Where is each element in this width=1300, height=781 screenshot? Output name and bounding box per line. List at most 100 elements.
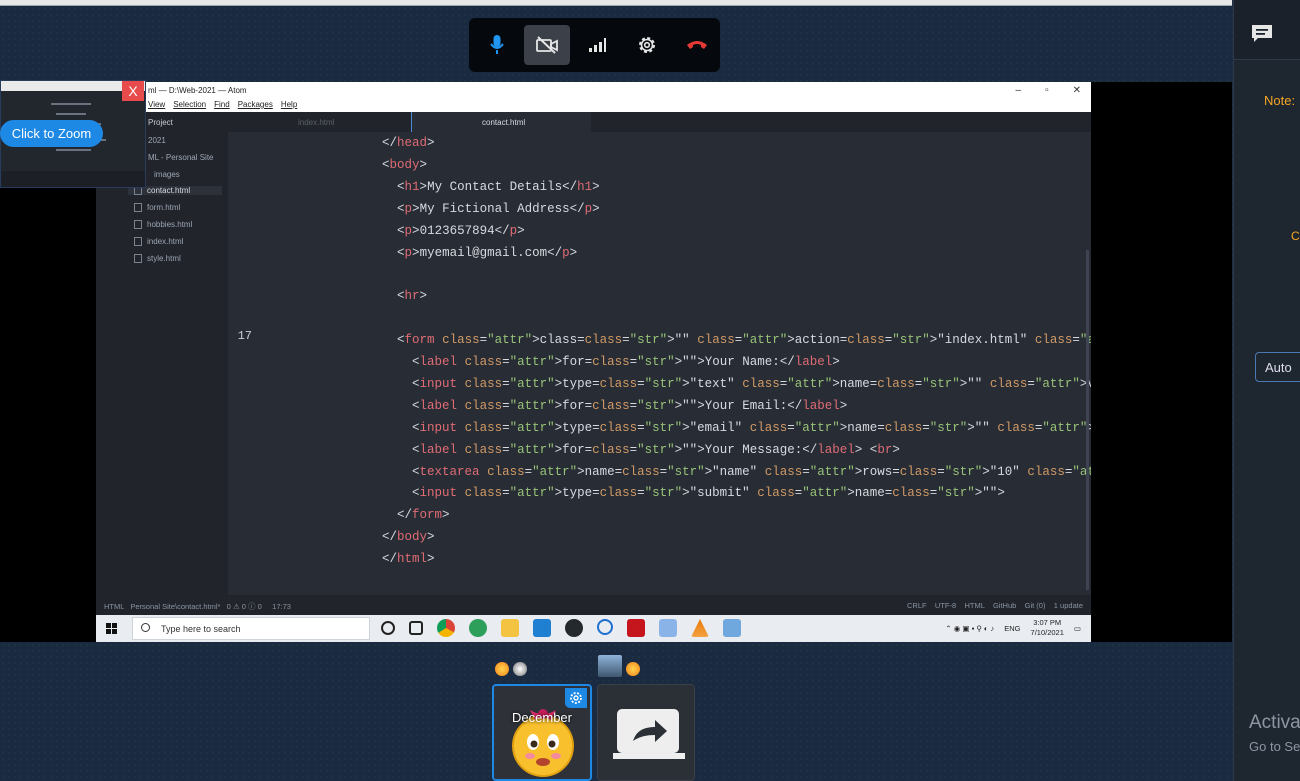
call-control-bar <box>469 18 720 72</box>
code-line: </head> <box>382 136 435 150</box>
thumbnail-line <box>51 103 91 105</box>
thumbnail-line <box>56 113 86 115</box>
editor-menu: View Selection Find Packages Help <box>148 100 297 109</box>
stats-button[interactable] <box>574 25 620 65</box>
code-line: <label class="attr">for=class="str">"">Y… <box>412 442 900 457</box>
tab-contact: contact.html <box>411 112 591 132</box>
file-icon <box>134 203 142 212</box>
settings-button[interactable] <box>624 25 670 65</box>
click-to-zoom-button[interactable]: Click to Zoom <box>0 120 103 147</box>
status-left: HTML Personal Site\contact.html* 0 ⚠ 0 ⓘ… <box>104 602 291 611</box>
windows-start-icon <box>106 623 117 634</box>
taskbar-apps <box>381 619 741 637</box>
menu-item: View <box>148 100 166 109</box>
menu-item: Help <box>280 100 298 109</box>
file-icon <box>134 220 142 229</box>
code-line: <hr> <box>397 289 428 304</box>
editor-title-bar: ml — D:\Web-2021 — Atom View Selection F… <box>96 82 1091 112</box>
cortana-icon <box>381 621 395 635</box>
tree-item: index.html <box>134 237 183 246</box>
tray-icons: ⌃ ◉ ▣ ▪ ⚲ ◐ ♪ <box>945 623 995 633</box>
microphone-button[interactable] <box>474 25 520 65</box>
code-line: <label class="attr">for=class="str">"">Y… <box>412 398 848 413</box>
code-line: </body> <box>382 530 435 545</box>
app-red-icon <box>627 619 645 637</box>
chat-tab[interactable] <box>1234 0 1300 60</box>
globe-icon <box>469 619 487 637</box>
line-gutter: 17 <box>228 132 268 605</box>
note-label: Note: <box>1264 93 1296 108</box>
participant-tile-screen-share[interactable] <box>597 684 695 781</box>
code-line: </html> <box>382 552 435 567</box>
microphone-icon <box>490 35 504 54</box>
code-line: <h1>My Contact Details</h1> <box>397 179 600 194</box>
browser-edge <box>0 0 1232 6</box>
emoji-icon <box>495 662 509 676</box>
github-icon <box>565 619 583 637</box>
menu-item: Selection <box>173 100 207 109</box>
status-right: CRLF UTF-8 HTML GitHub Git (0) 1 update <box>906 601 1083 610</box>
share-screen-icon <box>613 709 685 759</box>
notification-icon: ▭ <box>1073 623 1081 633</box>
line-number: 17 <box>237 329 252 343</box>
system-tray: ⌃ ◉ ▣ ▪ ⚲ ◐ ♪ ENG 3:07 PM 7/10/2021 ▭ <box>945 618 1081 638</box>
shared-screen[interactable]: ml — D:\Web-2021 — Atom View Selection F… <box>96 82 1091 642</box>
participant-reactions <box>495 662 527 676</box>
tree-item: images <box>154 170 180 179</box>
tree-item: ML - Personal Site <box>148 153 214 162</box>
minimize-icon: – <box>1015 85 1022 96</box>
editor-tab-bar: index.html contact.html <box>228 112 1091 132</box>
landscape-icon <box>598 655 622 677</box>
chrome-icon <box>437 619 455 637</box>
window-buttons: – ▫ ✕ <box>1016 85 1082 96</box>
vscode-icon <box>533 619 551 637</box>
camera-off-icon <box>536 36 558 54</box>
editor-scrollbar <box>1086 250 1089 590</box>
code-line: <p>myemail@gmail.com</p> <box>397 245 578 260</box>
vlc-icon <box>691 619 709 637</box>
emoji-icon <box>626 662 640 676</box>
app-icon <box>659 619 677 637</box>
menu-item: Packages <box>237 100 273 109</box>
code-line: <p>0123657894</p> <box>397 223 525 238</box>
avatar-icon <box>513 662 527 676</box>
code-line: <input class="attr">type=class="str">"em… <box>412 420 1091 435</box>
hang-up-button[interactable] <box>674 25 720 65</box>
tab-index: index.html <box>298 118 335 127</box>
partial-label: Cl <box>1291 229 1300 243</box>
file-icon <box>134 237 142 246</box>
taskbar-search-text: Type here to search <box>161 624 241 634</box>
participant-reactions <box>598 655 640 677</box>
tree-item: 2021 <box>148 136 166 145</box>
avatar <box>512 709 574 777</box>
gear-icon <box>639 37 655 53</box>
chat-icon <box>1252 25 1272 42</box>
editor-status-bar: HTML Personal Site\contact.html* 0 ⚠ 0 ⓘ… <box>96 595 1091 615</box>
code-line: <form class="attr">class=class="str">"" … <box>397 333 1091 348</box>
tree-item: hobbies.html <box>134 220 192 229</box>
language-indicator: ENG <box>1004 623 1021 633</box>
clock: 3:07 PM 7/10/2021 <box>1030 618 1064 637</box>
code-line: <input class="attr">type=class="str">"te… <box>412 376 1091 391</box>
maximize-icon: ▫ <box>1045 85 1049 96</box>
auto-select[interactable]: Auto <box>1255 352 1300 382</box>
gear-icon <box>570 692 582 704</box>
meeting-app: ml — D:\Web-2021 — Atom View Selection F… <box>0 0 1300 781</box>
tree-item: form.html <box>134 203 180 212</box>
participant-name: December <box>512 710 572 725</box>
code-line: <label class="attr">for=class="str">"">Y… <box>412 355 840 369</box>
task-view-icon <box>409 621 423 635</box>
menu-item: Find <box>214 100 230 109</box>
code-editor: </head> <body> <h1>My Contact Details</h1… <box>276 132 1091 605</box>
file-icon <box>134 254 142 263</box>
editor-window-title: ml — D:\Web-2021 — Atom <box>148 86 247 95</box>
folder-icon <box>501 619 519 637</box>
taskbar-search: Type here to search <box>132 617 370 640</box>
participant-tile-self[interactable]: December <box>492 684 592 781</box>
participant-settings-button[interactable] <box>565 688 587 708</box>
code-line: </form> <box>397 508 450 523</box>
activate-windows-title: Activa <box>1249 712 1300 733</box>
tree-item: style.html <box>134 254 181 263</box>
camera-toggle-button[interactable] <box>524 25 570 65</box>
close-thumbnail-button[interactable]: X <box>122 81 144 101</box>
